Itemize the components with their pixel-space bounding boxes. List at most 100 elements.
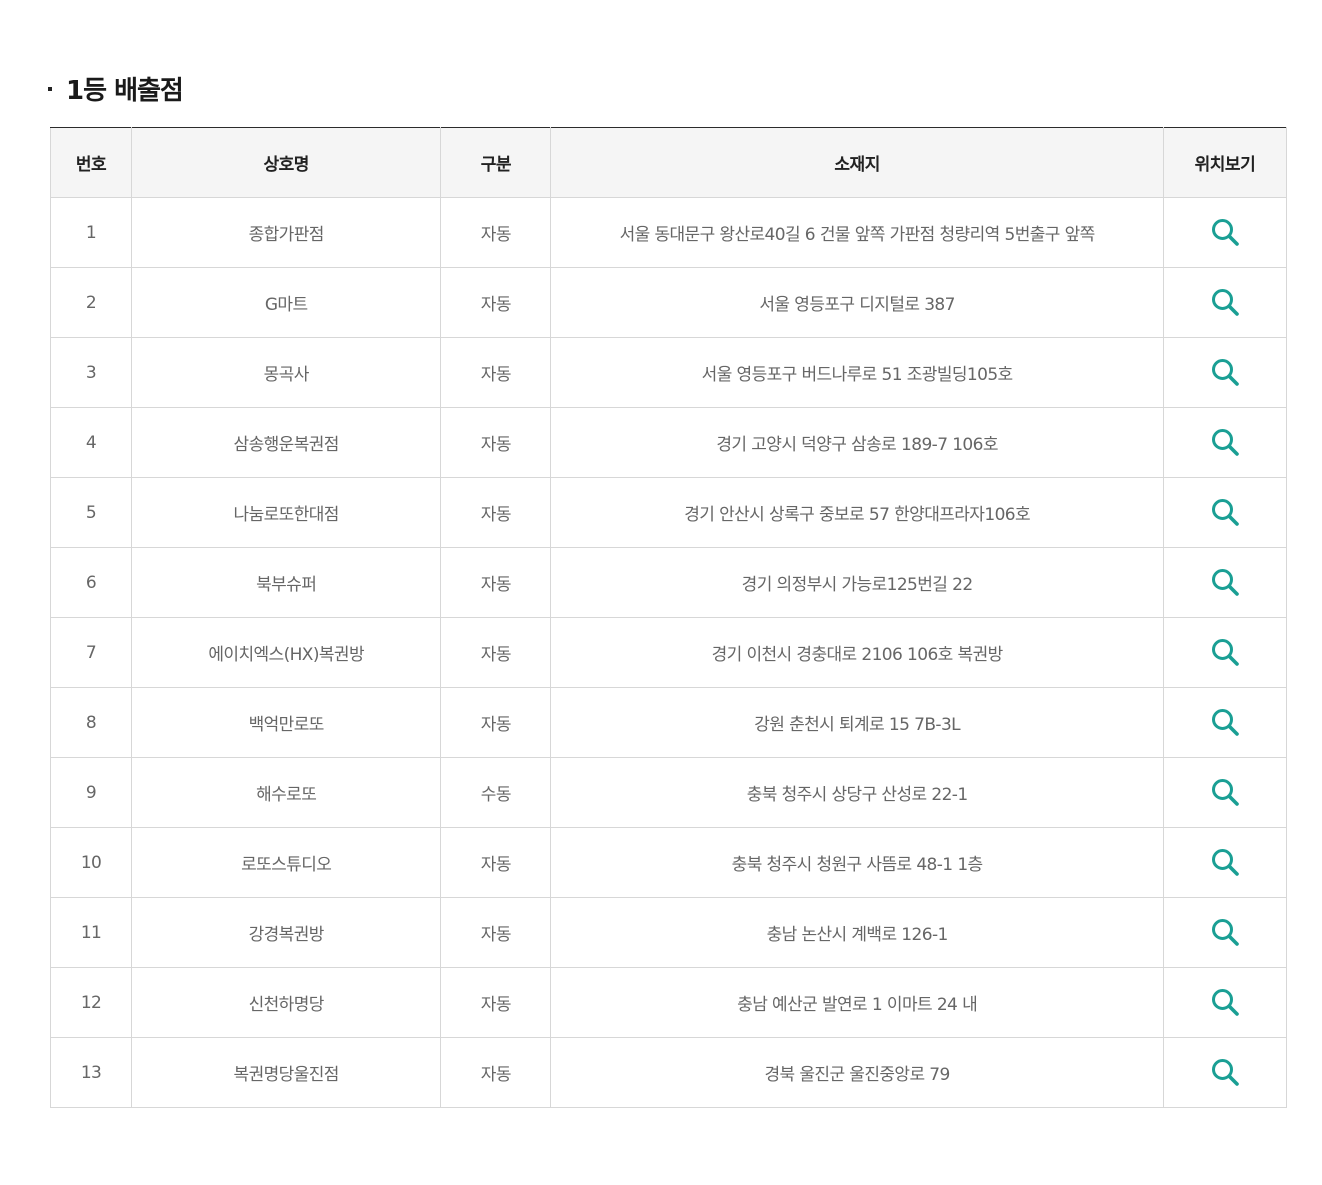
search-icon bbox=[1211, 918, 1239, 946]
table-row: 9 해수로또 수동 충북 청주시 상당구 산성로 22-1 bbox=[49, 757, 1288, 828]
search-icon bbox=[1211, 218, 1239, 246]
search-icon bbox=[1211, 288, 1239, 316]
view-location-button[interactable] bbox=[1207, 564, 1243, 600]
cell-store-name: 강경복권방 bbox=[131, 897, 442, 968]
cell-no: 6 bbox=[49, 547, 133, 618]
header-map: 위치보기 bbox=[1162, 127, 1288, 198]
cell-map bbox=[1162, 267, 1288, 338]
header-type: 구분 bbox=[440, 127, 552, 198]
table-row: 5 나눔로또한대점 자동 경기 안산시 상록구 중보로 57 한양대프라자106호 bbox=[49, 477, 1288, 548]
view-location-button[interactable] bbox=[1207, 494, 1243, 530]
cell-map bbox=[1162, 827, 1288, 898]
cell-map bbox=[1162, 547, 1288, 618]
cell-store-name: 로또스튜디오 bbox=[131, 827, 442, 898]
cell-map bbox=[1162, 617, 1288, 688]
cell-no: 9 bbox=[49, 757, 133, 828]
view-location-button[interactable] bbox=[1207, 984, 1243, 1020]
view-location-button[interactable] bbox=[1207, 1054, 1243, 1090]
search-icon bbox=[1211, 568, 1239, 596]
cell-store-name: 몽곡사 bbox=[131, 337, 442, 408]
cell-type: 자동 bbox=[440, 197, 552, 268]
table-row: 8 백억만로또 자동 강원 춘천시 퇴계로 15 7B-3L bbox=[49, 687, 1288, 758]
cell-type: 자동 bbox=[440, 687, 552, 758]
table-row: 3 몽곡사 자동 서울 영등포구 버드나루로 51 조광빌딩105호 bbox=[49, 337, 1288, 408]
cell-no: 11 bbox=[49, 897, 133, 968]
cell-no: 1 bbox=[49, 197, 133, 268]
view-location-button[interactable] bbox=[1207, 844, 1243, 880]
cell-store-name: 나눔로또한대점 bbox=[131, 477, 442, 548]
header-name: 상호명 bbox=[131, 127, 442, 198]
search-icon bbox=[1211, 638, 1239, 666]
cell-no: 2 bbox=[49, 267, 133, 338]
cell-no: 7 bbox=[49, 617, 133, 688]
cell-no: 3 bbox=[49, 337, 133, 408]
winning-stores-table: 번호 상호명 구분 소재지 위치보기 1 종합가판점 자동 서울 동대문구 왕산로40… bbox=[49, 127, 1288, 1108]
cell-store-name: 삼송행운복권점 bbox=[131, 407, 442, 478]
cell-type: 자동 bbox=[440, 967, 552, 1038]
cell-type: 자동 bbox=[440, 407, 552, 478]
cell-map bbox=[1162, 687, 1288, 758]
cell-type: 수동 bbox=[440, 757, 552, 828]
view-location-button[interactable] bbox=[1207, 634, 1243, 670]
cell-store-name: 에이치엑스(HX)복권방 bbox=[131, 617, 442, 688]
cell-store-name: 백억만로또 bbox=[131, 687, 442, 758]
cell-address: 충북 청주시 상당구 산성로 22-1 bbox=[550, 757, 1164, 828]
view-location-button[interactable] bbox=[1207, 774, 1243, 810]
cell-type: 자동 bbox=[440, 897, 552, 968]
table-row: 1 종합가판점 자동 서울 동대문구 왕산로40길 6 건물 앞쪽 가판점 청량리역 … bbox=[49, 197, 1288, 268]
section-heading: 1등 배출점 bbox=[48, 68, 184, 108]
search-icon bbox=[1211, 358, 1239, 386]
cell-type: 자동 bbox=[440, 1037, 552, 1108]
table-row: 10 로또스튜디오 자동 충북 청주시 청원구 사뜸로 48-1 1층 bbox=[49, 827, 1288, 898]
cell-no: 5 bbox=[49, 477, 133, 548]
cell-store-name: 신천하명당 bbox=[131, 967, 442, 1038]
cell-address: 강원 춘천시 퇴계로 15 7B-3L bbox=[550, 687, 1164, 758]
cell-no: 12 bbox=[49, 967, 133, 1038]
table-row: 12 신천하명당 자동 충남 예산군 발연로 1 이마트 24 내 bbox=[49, 967, 1288, 1038]
search-icon bbox=[1211, 988, 1239, 1016]
table-body: 1 종합가판점 자동 서울 동대문구 왕산로40길 6 건물 앞쪽 가판점 청량리역 … bbox=[49, 197, 1288, 1108]
view-location-button[interactable] bbox=[1207, 354, 1243, 390]
view-location-button[interactable] bbox=[1207, 704, 1243, 740]
search-icon bbox=[1211, 708, 1239, 736]
cell-no: 10 bbox=[49, 827, 133, 898]
page-title: 1등 배출점 bbox=[66, 75, 184, 106]
cell-address: 경기 의정부시 가능로125번길 22 bbox=[550, 547, 1164, 618]
cell-map bbox=[1162, 337, 1288, 408]
cell-address: 경기 이천시 경충대로 2106 106호 복권방 bbox=[550, 617, 1164, 688]
title-bullet bbox=[48, 87, 52, 91]
table-row: 2 G마트 자동 서울 영등포구 디지털로 387 bbox=[49, 267, 1288, 338]
view-location-button[interactable] bbox=[1207, 284, 1243, 320]
search-icon bbox=[1211, 498, 1239, 526]
cell-type: 자동 bbox=[440, 337, 552, 408]
table-row: 7 에이치엑스(HX)복권방 자동 경기 이천시 경충대로 2106 106호 복권방 bbox=[49, 617, 1288, 688]
cell-map bbox=[1162, 197, 1288, 268]
cell-map bbox=[1162, 1037, 1288, 1108]
table-row: 13 복권명당울진점 자동 경북 울진군 울진중앙로 79 bbox=[49, 1037, 1288, 1108]
cell-address: 충남 논산시 계백로 126-1 bbox=[550, 897, 1164, 968]
cell-store-name: 해수로또 bbox=[131, 757, 442, 828]
cell-store-name: 종합가판점 bbox=[131, 197, 442, 268]
cell-map bbox=[1162, 757, 1288, 828]
table-row: 6 북부슈퍼 자동 경기 의정부시 가능로125번길 22 bbox=[49, 547, 1288, 618]
header-address: 소재지 bbox=[550, 127, 1164, 198]
cell-type: 자동 bbox=[440, 547, 552, 618]
search-icon bbox=[1211, 428, 1239, 456]
table-row: 4 삼송행운복권점 자동 경기 고양시 덕양구 삼송로 189-7 106호 bbox=[49, 407, 1288, 478]
view-location-button[interactable] bbox=[1207, 214, 1243, 250]
cell-store-name: 북부슈퍼 bbox=[131, 547, 442, 618]
cell-address: 경기 고양시 덕양구 삼송로 189-7 106호 bbox=[550, 407, 1164, 478]
cell-address: 경북 울진군 울진중앙로 79 bbox=[550, 1037, 1164, 1108]
table-row: 11 강경복권방 자동 충남 논산시 계백로 126-1 bbox=[49, 897, 1288, 968]
view-location-button[interactable] bbox=[1207, 914, 1243, 950]
cell-map bbox=[1162, 967, 1288, 1038]
view-location-button[interactable] bbox=[1207, 424, 1243, 460]
cell-map bbox=[1162, 407, 1288, 478]
header-no: 번호 bbox=[49, 127, 133, 198]
cell-address: 서울 영등포구 디지털로 387 bbox=[550, 267, 1164, 338]
table-header-row: 번호 상호명 구분 소재지 위치보기 bbox=[49, 127, 1288, 198]
cell-no: 4 bbox=[49, 407, 133, 478]
cell-address: 서울 동대문구 왕산로40길 6 건물 앞쪽 가판점 청량리역 5번출구 앞쪽 bbox=[550, 197, 1164, 268]
cell-no: 8 bbox=[49, 687, 133, 758]
cell-no: 13 bbox=[49, 1037, 133, 1108]
